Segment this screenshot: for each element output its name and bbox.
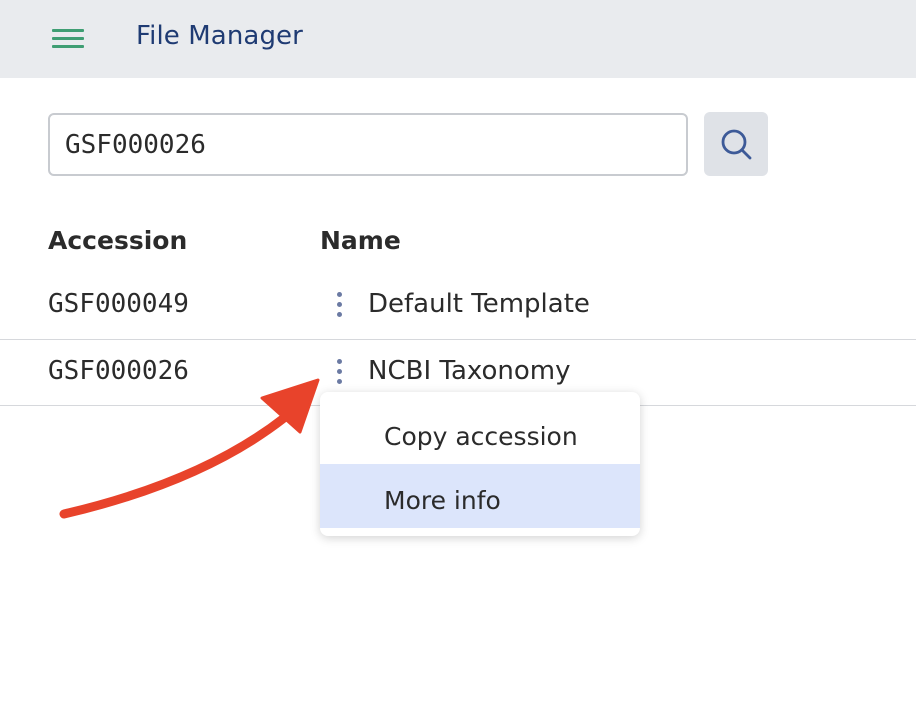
menu-item-label: More info [384,486,501,515]
search-input[interactable] [48,113,688,176]
app-header: File Manager [0,0,916,78]
name-cell: NCBI Taxonomy [368,356,571,386]
column-header-accession[interactable]: Accession [48,226,187,255]
accession-cell: GSF000049 [48,289,189,319]
search-icon [721,129,752,160]
table-row[interactable]: GSF000049 Default Template [0,273,916,339]
hamburger-menu-icon[interactable] [52,29,84,49]
column-header-name[interactable]: Name [320,226,401,255]
page-title: File Manager [136,21,303,51]
menu-item-label: Copy accession [384,422,578,451]
name-cell: Default Template [368,289,590,319]
accession-cell: GSF000026 [48,356,189,386]
search-button[interactable] [704,112,768,176]
menu-item-more-info[interactable]: More info [320,464,640,528]
menu-item-copy-accession[interactable]: Copy accession [320,400,640,464]
kebab-menu-icon[interactable] [333,292,347,320]
kebab-menu-icon[interactable] [333,359,347,387]
context-menu: Copy accession More info [320,392,640,536]
